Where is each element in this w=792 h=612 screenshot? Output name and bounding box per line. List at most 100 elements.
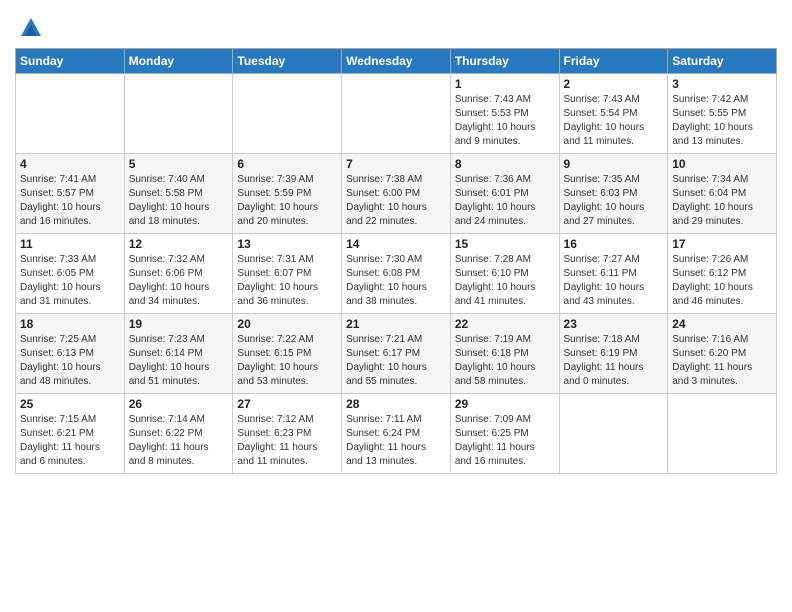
calendar-cell: 1Sunrise: 7:43 AM Sunset: 5:53 PM Daylig…	[450, 74, 559, 154]
day-info: Sunrise: 7:30 AM Sunset: 6:08 PM Dayligh…	[346, 253, 446, 309]
calendar-cell: 15 Sunrise: 7:28 AM Sunset: 6:10 PM Dayli…	[450, 234, 559, 314]
week-row-5: 25 Sunrise: 7:15 AM Sunset: 6:21 PM Dayli…	[16, 394, 777, 474]
day-info: Sunrise: 7:26 AM Sunset: 6:12 PM Dayligh…	[672, 253, 772, 309]
day-info: Sunrise: 7:19 AM Sunset: 6:18 PM Dayligh…	[455, 333, 555, 389]
day-number: 26	[129, 397, 229, 411]
day-info: Sunrise: 7:12 AM Sunset: 6:23 PM Dayligh…	[237, 413, 337, 469]
day-info: Sunrise: 7:42 AM Sunset: 5:55 PM Dayligh…	[672, 93, 772, 149]
weekday-header-saturday: Saturday	[668, 49, 777, 74]
calendar-cell: 18Sunrise: 7:25 AM Sunset: 6:13 PM Dayli…	[16, 314, 125, 394]
calendar-cell: 8 Sunrise: 7:36 AM Sunset: 6:01 PM Daylig…	[450, 154, 559, 234]
weekday-header-thursday: Thursday	[450, 49, 559, 74]
day-number: 1	[455, 77, 555, 91]
day-number: 15	[455, 237, 555, 251]
week-row-4: 18Sunrise: 7:25 AM Sunset: 6:13 PM Dayli…	[16, 314, 777, 394]
calendar-cell: 4 Sunrise: 7:41 AM Sunset: 5:57 PM Daylig…	[16, 154, 125, 234]
day-number: 11	[20, 237, 120, 251]
calendar-cell	[124, 74, 233, 154]
calendar-cell: 21 Sunrise: 7:21 AM Sunset: 6:17 PM Dayli…	[342, 314, 451, 394]
day-number: 16	[564, 237, 664, 251]
calendar-cell: 7 Sunrise: 7:38 AM Sunset: 6:00 PM Daylig…	[342, 154, 451, 234]
calendar-cell: 3 Sunrise: 7:42 AM Sunset: 5:55 PM Daylig…	[668, 74, 777, 154]
calendar-cell: 27Sunrise: 7:12 AM Sunset: 6:23 PM Dayli…	[233, 394, 342, 474]
weekday-header-monday: Monday	[124, 49, 233, 74]
day-info: Sunrise: 7:32 AM Sunset: 6:06 PM Dayligh…	[129, 253, 229, 309]
day-number: 24	[672, 317, 772, 331]
calendar-cell: 14 Sunrise: 7:30 AM Sunset: 6:08 PM Dayli…	[342, 234, 451, 314]
day-info: Sunrise: 7:09 AM Sunset: 6:25 PM Dayligh…	[455, 413, 555, 469]
day-number: 20	[237, 317, 337, 331]
day-number: 10	[672, 157, 772, 171]
week-row-3: 11 Sunrise: 7:33 AM Sunset: 6:05 PM Dayli…	[16, 234, 777, 314]
weekday-header-wednesday: Wednesday	[342, 49, 451, 74]
logo	[15, 14, 45, 42]
calendar-cell: 9 Sunrise: 7:35 AM Sunset: 6:03 PM Daylig…	[559, 154, 668, 234]
day-number: 6	[237, 157, 337, 171]
day-number: 18	[20, 317, 120, 331]
week-row-1: 1Sunrise: 7:43 AM Sunset: 5:53 PM Daylig…	[16, 74, 777, 154]
calendar-cell	[668, 394, 777, 474]
day-number: 2	[564, 77, 664, 91]
calendar-cell: 22 Sunrise: 7:19 AM Sunset: 6:18 PM Dayli…	[450, 314, 559, 394]
day-info: Sunrise: 7:21 AM Sunset: 6:17 PM Dayligh…	[346, 333, 446, 389]
day-info: Sunrise: 7:28 AM Sunset: 6:10 PM Dayligh…	[455, 253, 555, 309]
calendar-cell: 6 Sunrise: 7:39 AM Sunset: 5:59 PM Daylig…	[233, 154, 342, 234]
day-number: 29	[455, 397, 555, 411]
weekday-header-friday: Friday	[559, 49, 668, 74]
day-info: Sunrise: 7:14 AM Sunset: 6:22 PM Dayligh…	[129, 413, 229, 469]
day-info: Sunrise: 7:35 AM Sunset: 6:03 PM Dayligh…	[564, 173, 664, 229]
calendar-cell: 5 Sunrise: 7:40 AM Sunset: 5:58 PM Daylig…	[124, 154, 233, 234]
calendar-cell: 16Sunrise: 7:27 AM Sunset: 6:11 PM Dayli…	[559, 234, 668, 314]
day-number: 17	[672, 237, 772, 251]
calendar-cell: 25 Sunrise: 7:15 AM Sunset: 6:21 PM Dayli…	[16, 394, 125, 474]
calendar-cell: 29 Sunrise: 7:09 AM Sunset: 6:25 PM Dayli…	[450, 394, 559, 474]
weekday-header-sunday: Sunday	[16, 49, 125, 74]
day-info: Sunrise: 7:34 AM Sunset: 6:04 PM Dayligh…	[672, 173, 772, 229]
day-info: Sunrise: 7:23 AM Sunset: 6:14 PM Dayligh…	[129, 333, 229, 389]
day-info: Sunrise: 7:39 AM Sunset: 5:59 PM Dayligh…	[237, 173, 337, 229]
calendar-cell: 28 Sunrise: 7:11 AM Sunset: 6:24 PM Dayli…	[342, 394, 451, 474]
logo-icon	[17, 14, 45, 42]
calendar-cell: 13 Sunrise: 7:31 AM Sunset: 6:07 PM Dayli…	[233, 234, 342, 314]
week-row-2: 4 Sunrise: 7:41 AM Sunset: 5:57 PM Daylig…	[16, 154, 777, 234]
day-number: 3	[672, 77, 772, 91]
day-number: 13	[237, 237, 337, 251]
calendar-cell	[233, 74, 342, 154]
day-info: Sunrise: 7:38 AM Sunset: 6:00 PM Dayligh…	[346, 173, 446, 229]
day-number: 22	[455, 317, 555, 331]
day-info: Sunrise: 7:33 AM Sunset: 6:05 PM Dayligh…	[20, 253, 120, 309]
calendar-cell: 24 Sunrise: 7:16 AM Sunset: 6:20 PM Dayli…	[668, 314, 777, 394]
day-info: Sunrise: 7:18 AM Sunset: 6:19 PM Dayligh…	[564, 333, 664, 389]
day-number: 14	[346, 237, 446, 251]
calendar-cell: 17 Sunrise: 7:26 AM Sunset: 6:12 PM Dayli…	[668, 234, 777, 314]
calendar-cell: 11 Sunrise: 7:33 AM Sunset: 6:05 PM Dayli…	[16, 234, 125, 314]
day-info: Sunrise: 7:43 AM Sunset: 5:54 PM Dayligh…	[564, 93, 664, 149]
day-number: 9	[564, 157, 664, 171]
day-info: Sunrise: 7:41 AM Sunset: 5:57 PM Dayligh…	[20, 173, 120, 229]
day-number: 5	[129, 157, 229, 171]
day-info: Sunrise: 7:31 AM Sunset: 6:07 PM Dayligh…	[237, 253, 337, 309]
day-number: 7	[346, 157, 446, 171]
calendar-cell: 12 Sunrise: 7:32 AM Sunset: 6:06 PM Dayli…	[124, 234, 233, 314]
day-info: Sunrise: 7:11 AM Sunset: 6:24 PM Dayligh…	[346, 413, 446, 469]
day-number: 23	[564, 317, 664, 331]
day-info: Sunrise: 7:40 AM Sunset: 5:58 PM Dayligh…	[129, 173, 229, 229]
day-info: Sunrise: 7:16 AM Sunset: 6:20 PM Dayligh…	[672, 333, 772, 389]
day-info: Sunrise: 7:15 AM Sunset: 6:21 PM Dayligh…	[20, 413, 120, 469]
calendar-cell: 2 Sunrise: 7:43 AM Sunset: 5:54 PM Daylig…	[559, 74, 668, 154]
calendar-cell: 23 Sunrise: 7:18 AM Sunset: 6:19 PM Dayli…	[559, 314, 668, 394]
day-number: 25	[20, 397, 120, 411]
day-number: 21	[346, 317, 446, 331]
calendar-cell	[16, 74, 125, 154]
day-number: 12	[129, 237, 229, 251]
day-number: 28	[346, 397, 446, 411]
day-number: 4	[20, 157, 120, 171]
day-number: 8	[455, 157, 555, 171]
day-number: 19	[129, 317, 229, 331]
weekday-header-row: SundayMondayTuesdayWednesdayThursdayFrid…	[16, 49, 777, 74]
calendar-cell: 20 Sunrise: 7:22 AM Sunset: 6:15 PM Dayli…	[233, 314, 342, 394]
day-info: Sunrise: 7:22 AM Sunset: 6:15 PM Dayligh…	[237, 333, 337, 389]
day-info: Sunrise: 7:36 AM Sunset: 6:01 PM Dayligh…	[455, 173, 555, 229]
weekday-header-tuesday: Tuesday	[233, 49, 342, 74]
calendar-cell	[342, 74, 451, 154]
